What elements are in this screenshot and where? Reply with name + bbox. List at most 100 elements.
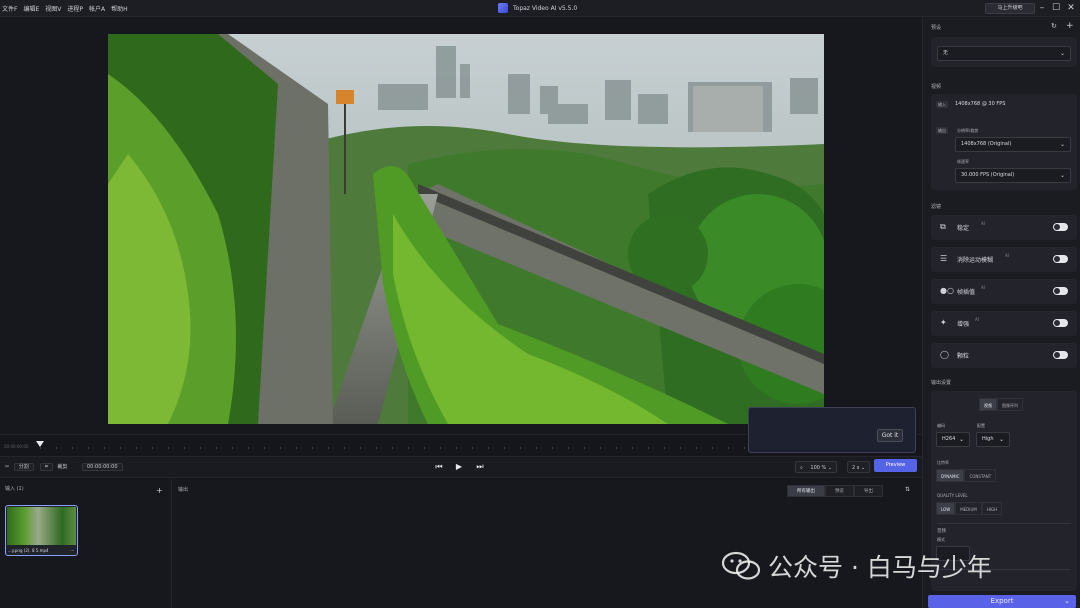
menu-process[interactable]: 进程P — [67, 4, 83, 13]
filter-row-frame-interpolation[interactable]: ●○ 帧插值 AI — [931, 279, 1077, 304]
menu-help[interactable]: 帮助H — [111, 4, 128, 13]
grain-toggle[interactable] — [1053, 351, 1068, 359]
chevron-down-icon: ⌄ — [1059, 50, 1065, 57]
tab-image-sequence[interactable]: 图像序列 — [997, 398, 1023, 411]
output-tabs: 所有输出 预览 导出 — [787, 485, 883, 497]
upgrade-button[interactable]: 马上升级吧 — [985, 3, 1035, 14]
preset-card: 无 ⌄ — [931, 37, 1077, 67]
filter-row-stabilize[interactable]: ⧉ 稳定 AI — [931, 215, 1077, 240]
got-it-button[interactable]: Got it — [877, 429, 903, 442]
inputs-title: 输入 (1) — [5, 486, 24, 492]
filter-label: 消除运动模糊 — [957, 257, 994, 264]
output-tag: 输出 — [936, 127, 948, 134]
timeline-start-time: 00:00:00:00 — [4, 444, 29, 449]
preview-button[interactable]: Preview — [874, 459, 917, 472]
input-tag: 输入 — [936, 101, 948, 108]
playback-controls: ✂ 分割 ⌗ 裁剪 00:00:00:00 ⏮ ▶ ⏭ ⌕ 100 % ⌄ 2 … — [0, 456, 922, 478]
grain-icon: ◯ — [940, 350, 949, 359]
preset-select[interactable]: 无 ⌄ — [937, 46, 1071, 61]
thumbnail-caption: ...y.png (2). 8 5.mp4 — [8, 548, 49, 553]
filter-label: 颗粒 — [957, 353, 970, 360]
tab-preview[interactable]: 预览 — [825, 485, 854, 497]
timecode-field[interactable]: 00:00:00:00 — [82, 461, 123, 473]
skip-forward-icon[interactable]: ⏭ — [473, 460, 487, 474]
quality-medium[interactable]: MEDIUM — [955, 502, 982, 515]
divider — [937, 523, 1071, 524]
watermark-text: 公众号 · 白马与少年 — [768, 553, 992, 582]
wechat-icon — [722, 551, 760, 580]
frame-interpolation-toggle[interactable] — [1053, 287, 1068, 295]
zoom-select[interactable]: ⌕ 100 % ⌄ — [795, 461, 838, 473]
profile-label: 配置 — [977, 423, 985, 428]
motion-deblur-toggle[interactable] — [1053, 255, 1068, 263]
menu-account[interactable]: 帐户A — [89, 4, 105, 13]
filter-row-motion-deblur[interactable]: ☰ 消除运动模糊 AI — [931, 247, 1077, 272]
video-title: 视频 — [931, 84, 942, 90]
bitrate-constant[interactable]: CONSTANT — [964, 469, 997, 482]
tab-export[interactable]: 导出 — [854, 485, 883, 497]
tab-video[interactable]: 视频 — [979, 398, 997, 411]
chevron-down-icon: ⌄ — [1059, 172, 1065, 179]
crop-icon: ⌗ — [40, 463, 53, 471]
quality-options: LOW MEDIUM HIGH — [936, 502, 1003, 515]
play-icon[interactable]: ▶ — [452, 460, 466, 474]
quality-low[interactable]: LOW — [936, 502, 956, 515]
resolution-select[interactable]: 1408x768 (Original) ⌄ — [955, 137, 1071, 152]
split-control[interactable]: ✂ 分割 — [5, 461, 34, 473]
enhance-toggle[interactable] — [1053, 319, 1068, 327]
frame-interpolation-icon: ●○ — [940, 286, 954, 295]
maximize-icon[interactable]: ☐ — [1049, 2, 1063, 14]
stabilize-toggle[interactable] — [1053, 223, 1068, 231]
bitrate-options: DYNAMIC CONSTANT — [936, 469, 997, 482]
preview-duration-select[interactable]: 2 s ⌄ — [847, 461, 871, 473]
export-button[interactable]: Export ⌄ — [928, 595, 1076, 608]
filter-row-grain[interactable]: ◯ 颗粒 — [931, 343, 1077, 368]
close-icon[interactable]: ✕ — [1064, 2, 1078, 14]
filter-label: 稳定 — [957, 225, 970, 232]
menu-edit[interactable]: 编辑E — [23, 4, 39, 13]
minimize-icon[interactable]: – — [1035, 2, 1049, 14]
chevron-down-icon: ⌄ — [860, 465, 866, 471]
filter-row-enhance[interactable]: ✦ 增强 AI — [931, 311, 1077, 336]
tab-all-outputs[interactable]: 所有输出 — [787, 485, 825, 497]
menu-view[interactable]: 视图V — [45, 4, 61, 13]
framerate-label: 帧速率 — [957, 159, 969, 164]
audio-title: 音频 — [937, 529, 946, 534]
audio-mode-label: 模式 — [937, 537, 945, 542]
chevron-down-icon[interactable]: ⌄ — [1064, 595, 1070, 608]
chevron-down-icon: ⌄ — [827, 465, 833, 471]
motion-deblur-icon: ☰ — [940, 254, 948, 263]
chevron-down-icon: ⌄ — [958, 436, 964, 443]
add-input-button[interactable]: + — [156, 486, 163, 495]
add-preset-icon[interactable]: + — [1066, 21, 1074, 31]
output-type-tabs: 视频 图像序列 — [979, 398, 1023, 411]
menu-bar: 文件F 编辑E 视图V 进程P 帐户A 帮助H — [2, 4, 128, 13]
playhead-handle[interactable] — [36, 441, 44, 447]
video-viewer — [0, 17, 922, 434]
bitrate-label: 比特率 — [937, 460, 949, 465]
crop-control[interactable]: ⌗ 裁剪 — [40, 461, 67, 473]
encoder-select[interactable]: H264 ⌄ — [936, 432, 970, 447]
title-bar: 文件F 编辑E 视图V 进程P 帐户A 帮助H Topaz Video AI v… — [0, 0, 1080, 17]
app-title: Topaz Video AI v5.5.0 — [498, 3, 577, 13]
framerate-select[interactable]: 30.000 FPS (Original) ⌄ — [955, 168, 1071, 183]
chevron-down-icon: ⌄ — [998, 436, 1004, 443]
output-title: 输出 — [178, 487, 189, 493]
reset-icon[interactable]: ↻ — [1051, 22, 1057, 30]
thumbnail-more-icon[interactable]: ··· — [70, 548, 74, 553]
zoom-icon: ⌕ — [800, 465, 803, 471]
output-settings-title: 输出设置 — [931, 380, 952, 386]
input-thumbnail[interactable]: ...y.png (2). 8 5.mp4 ··· — [5, 505, 78, 556]
video-card: 输入 1408x768 @ 30 FPS 输出 分辨率/裁剪 1408x768 … — [931, 94, 1077, 190]
bitrate-dynamic[interactable]: DYNAMIC — [936, 469, 965, 482]
presets-title: 预设 — [931, 25, 942, 31]
preview-image — [108, 34, 824, 424]
split-label: 分割 — [13, 463, 34, 471]
app-title-text: Topaz Video AI v5.5.0 — [513, 4, 578, 12]
menu-file[interactable]: 文件F — [2, 4, 17, 13]
stabilize-icon: ⧉ — [940, 222, 946, 231]
sort-icon[interactable]: ⇅ — [905, 486, 910, 493]
profile-select[interactable]: High ⌄ — [976, 432, 1010, 447]
quality-high[interactable]: HIGH — [981, 502, 1003, 515]
skip-back-icon[interactable]: ⏮ — [432, 460, 446, 474]
